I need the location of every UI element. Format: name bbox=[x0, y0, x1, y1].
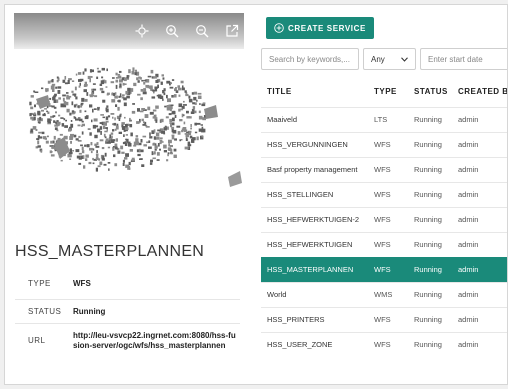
cell-created-by: admin bbox=[452, 306, 507, 332]
table-row[interactable]: World WMS Running admin bbox=[261, 281, 507, 307]
table-row[interactable]: HSS_VERGUNNINGEN WFS Running admin bbox=[261, 131, 507, 157]
cell-created-by: admin bbox=[452, 106, 507, 132]
service-title: HSS_MASTERPLANNEN bbox=[15, 243, 205, 260]
cell-created-by: admin bbox=[452, 281, 507, 307]
create-service-button[interactable]: CREATE SERVICE bbox=[266, 17, 374, 39]
cell-type: WFS bbox=[368, 206, 408, 232]
cell-type: LTS bbox=[368, 106, 408, 132]
add-circle-icon bbox=[274, 23, 284, 33]
cell-title: Basf property management bbox=[261, 156, 368, 182]
service-url[interactable]: http://leu-vsvcp22.ingrnet.com:8080/hss-… bbox=[73, 322, 240, 359]
table-row[interactable]: Maaiveld LTS Running admin bbox=[261, 106, 507, 132]
search-input[interactable] bbox=[261, 48, 359, 70]
cell-type: WMS bbox=[368, 281, 408, 307]
cell-title: World bbox=[261, 281, 368, 307]
column-header-status[interactable]: STATUS bbox=[408, 77, 452, 107]
cell-created-by: admin bbox=[452, 231, 507, 257]
cell-title: HSS_HEFWERKTUIGEN bbox=[261, 231, 368, 257]
cell-status: Running bbox=[408, 256, 452, 282]
table-row[interactable]: HSS_HEFWERKTUIGEN-2 WFS Running admin bbox=[261, 206, 507, 232]
table-row[interactable]: Basf property management WFS Running admin bbox=[261, 156, 507, 182]
map-preview[interactable] bbox=[14, 13, 244, 199]
cell-title: HSS_PRINTERS bbox=[261, 306, 368, 332]
cell-title: HSS_MASTERPLANNEN bbox=[261, 256, 368, 282]
cell-status: Running bbox=[408, 206, 452, 232]
service-properties: TYPE WFS STATUS Running URL http://leu-v… bbox=[15, 269, 240, 359]
cell-status: Running bbox=[408, 181, 452, 207]
property-value: WFS bbox=[73, 279, 91, 289]
type-filter-value: Any bbox=[371, 54, 385, 64]
cell-title: HSS_VERGUNNINGEN bbox=[261, 131, 368, 157]
property-key: TYPE bbox=[28, 279, 51, 289]
create-service-label: CREATE SERVICE bbox=[288, 23, 366, 33]
cell-status: Running bbox=[408, 281, 452, 307]
services-table: TITLE TYPE STATUS CREATED BY MaaiveldLTS… bbox=[261, 77, 507, 357]
cell-type: WFS bbox=[368, 331, 408, 357]
column-header-type[interactable]: TYPE bbox=[368, 77, 408, 107]
column-header-title[interactable]: TITLE bbox=[261, 77, 368, 107]
cell-type: WFS bbox=[368, 306, 408, 332]
table-row[interactable]: HSS_HEFWERKTUIGEN WFS Running admin bbox=[261, 231, 507, 257]
cell-title: Maaiveld bbox=[261, 106, 368, 132]
cell-status: Running bbox=[408, 231, 452, 257]
cell-title: HSS_STELLINGEN bbox=[261, 181, 368, 207]
cell-type: WFS bbox=[368, 131, 408, 157]
cell-status: Running bbox=[408, 331, 452, 357]
table-row[interactable]: HSS_PRINTERS WFS Running admin bbox=[261, 306, 507, 332]
app-window: HSS_MASTERPLANNEN TYPE WFS STATUS Runnin… bbox=[4, 4, 508, 385]
chevron-down-icon bbox=[401, 56, 408, 62]
url-text[interactable]: http://leu-vsvcp22.ingrnet.com:8080/hss-… bbox=[73, 331, 236, 350]
map-toolbar bbox=[14, 13, 244, 49]
property-key: URL bbox=[15, 322, 73, 359]
start-date-input[interactable] bbox=[420, 48, 507, 70]
table-header: TITLE TYPE STATUS CREATED BY bbox=[261, 77, 507, 107]
type-filter-select[interactable]: Any bbox=[363, 48, 416, 70]
service-detail-panel: HSS_MASTERPLANNEN TYPE WFS STATUS Runnin… bbox=[5, 5, 249, 384]
cell-type: WFS bbox=[368, 231, 408, 257]
open-external-icon[interactable] bbox=[224, 23, 240, 39]
cell-title: HSS_HEFWERKTUIGEN-2 bbox=[261, 206, 368, 232]
table-row[interactable]: HSS_USER_ZONE WFS Running admin bbox=[261, 331, 507, 357]
cell-type: WFS bbox=[368, 256, 408, 282]
cell-created-by: admin bbox=[452, 131, 507, 157]
cell-title: HSS_USER_ZONE bbox=[261, 331, 368, 357]
table-row[interactable]: HSS_MASTERPLANNEN WFS Running admin bbox=[261, 256, 507, 282]
cell-created-by: admin bbox=[452, 156, 507, 182]
cell-status: Running bbox=[408, 156, 452, 182]
cell-status: Running bbox=[408, 131, 452, 157]
cell-type: WFS bbox=[368, 181, 408, 207]
property-row-type: TYPE WFS bbox=[15, 269, 240, 299]
cell-created-by: admin bbox=[452, 206, 507, 232]
cell-created-by: admin bbox=[452, 331, 507, 357]
table-row[interactable]: HSS_STELLINGEN WFS Running admin bbox=[261, 181, 507, 207]
zoom-in-icon[interactable] bbox=[164, 23, 180, 39]
zoom-out-icon[interactable] bbox=[194, 23, 210, 39]
cell-created-by: admin bbox=[452, 256, 507, 282]
column-header-created-by[interactable]: CREATED BY bbox=[452, 77, 507, 107]
cell-type: WFS bbox=[368, 156, 408, 182]
property-value: Running bbox=[73, 298, 240, 323]
map-features bbox=[29, 67, 242, 187]
cell-created-by: admin bbox=[452, 181, 507, 207]
cell-status: Running bbox=[408, 306, 452, 332]
cell-status: Running bbox=[408, 106, 452, 132]
crosshair-icon[interactable] bbox=[134, 23, 150, 39]
property-row-status: STATUS Running bbox=[15, 298, 240, 323]
filter-bar: Any bbox=[261, 48, 507, 70]
property-key: STATUS bbox=[15, 298, 73, 323]
services-panel: CREATE SERVICE Any TITLE TYPE STATUS CRE… bbox=[258, 5, 507, 384]
property-row-url: URL http://leu-vsvcp22.ingrnet.com:8080/… bbox=[15, 322, 240, 359]
